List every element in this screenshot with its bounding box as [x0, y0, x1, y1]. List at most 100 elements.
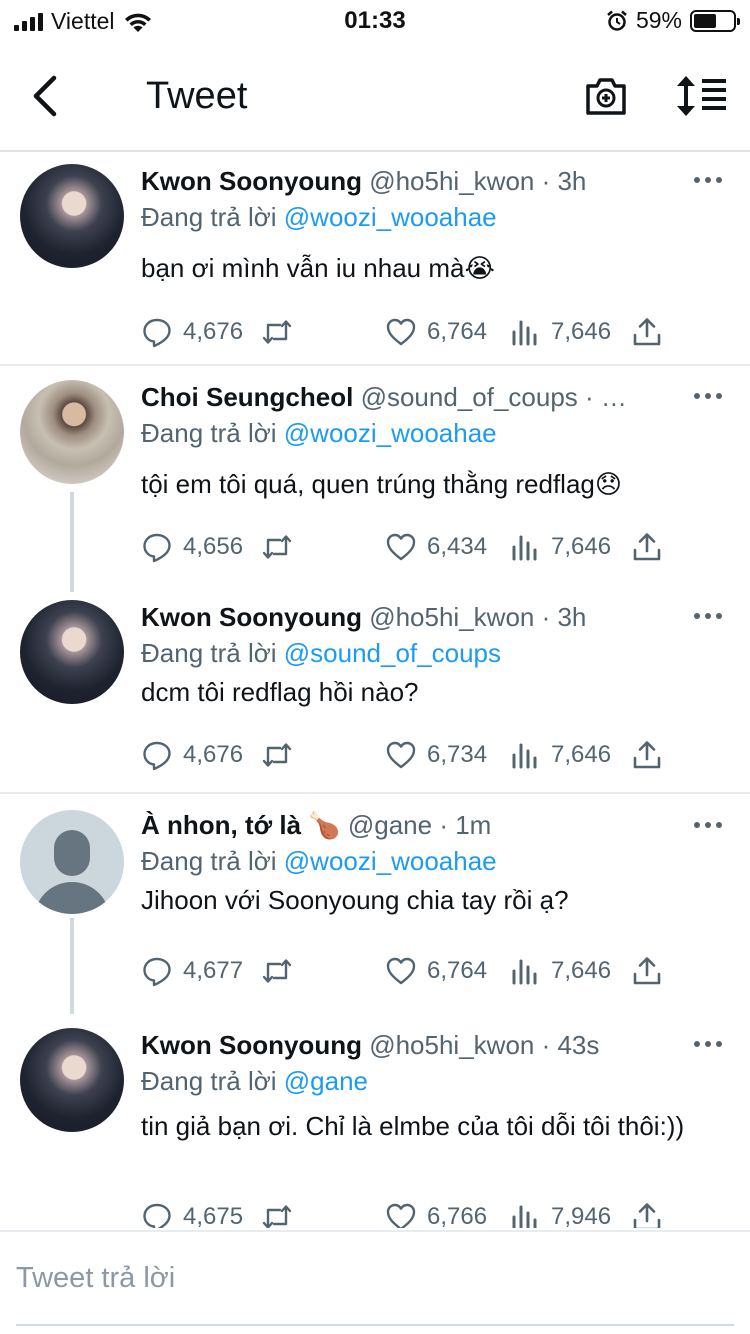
- reply-to-mention[interactable]: @woozi_wooahae: [284, 846, 497, 876]
- author-meta: @ho5hi_kwon · 3h: [369, 602, 587, 632]
- more-options-icon[interactable]: [694, 822, 722, 830]
- share-icon: [633, 318, 661, 346]
- thread-group: Choi Seungcheol @sound_of_coups · … Đang…: [0, 366, 750, 794]
- views-icon: [512, 1205, 537, 1228]
- camera-add-icon[interactable]: [584, 74, 628, 118]
- like-button[interactable]: 6,764: [385, 954, 487, 988]
- share-button[interactable]: [631, 315, 663, 349]
- heart-icon: [386, 318, 416, 346]
- reply-input[interactable]: [16, 1232, 734, 1326]
- view-count: 7,646: [551, 741, 612, 768]
- retweet-button[interactable]: [261, 954, 293, 988]
- tweet-actions: 4,676 6,764 7,646: [141, 315, 731, 349]
- tweet-item[interactable]: À nhon, tớ là 🍗 @gane · 1m Đang trả lời …: [0, 794, 750, 1014]
- tweet-text: bạn ơi mình vẫn iu nhau mà😭: [141, 253, 495, 283]
- heart-icon: [386, 741, 416, 769]
- author-name: À nhon, tớ là 🍗: [141, 810, 341, 840]
- heart-icon: [386, 533, 416, 561]
- retweet-icon: [262, 535, 292, 559]
- heart-icon: [386, 1203, 416, 1228]
- author-name: Choi Seungcheol: [141, 382, 354, 412]
- heart-icon: [386, 957, 416, 985]
- reply-to-mention[interactable]: @woozi_wooahae: [284, 202, 497, 232]
- views-button[interactable]: 7,646: [509, 738, 611, 772]
- reply-to-mention[interactable]: @sound_of_coups: [284, 638, 501, 668]
- reply-button[interactable]: 4,676: [141, 315, 243, 349]
- avatar[interactable]: [20, 380, 124, 484]
- status-bar: Viettel 01:33 59%: [0, 0, 750, 40]
- reply-to-mention[interactable]: @gane: [284, 1066, 368, 1096]
- tweet-text: tội em tôi quá, quen trúng thằng redflag…: [141, 469, 622, 499]
- more-options-icon[interactable]: [694, 177, 722, 185]
- share-button[interactable]: [631, 530, 663, 564]
- reply-to-mention[interactable]: @woozi_wooahae: [284, 418, 497, 448]
- reply-prefix: Đang trả lời: [141, 846, 284, 876]
- share-icon: [633, 957, 661, 985]
- view-count: 7,646: [551, 318, 612, 345]
- reply-button[interactable]: 4,677: [141, 954, 243, 988]
- reply-count: 4,656: [183, 533, 244, 560]
- avatar[interactable]: [20, 164, 124, 268]
- reply-prefix: Đang trả lời: [141, 418, 284, 448]
- tweet-item[interactable]: Kwon Soonyoung @ho5hi_kwon · 3h Đang trả…: [0, 152, 750, 366]
- views-button[interactable]: 7,646: [509, 315, 611, 349]
- sort-icon[interactable]: [676, 74, 728, 118]
- avatar[interactable]: [20, 600, 124, 704]
- view-count: 7,646: [551, 957, 612, 984]
- battery-icon: [690, 9, 740, 32]
- retweet-button[interactable]: [261, 315, 293, 349]
- retweet-button[interactable]: [261, 530, 293, 564]
- avatar[interactable]: [20, 1028, 124, 1132]
- tweet-actions: 4,677 6,764 7,646: [141, 954, 731, 988]
- author-name: Kwon Soonyoung: [141, 602, 362, 632]
- tweet-item[interactable]: Choi Seungcheol @sound_of_coups · … Đang…: [0, 366, 750, 586]
- like-button[interactable]: 6,764: [385, 315, 487, 349]
- retweet-icon: [262, 320, 292, 344]
- views-button[interactable]: 7,946: [509, 1200, 611, 1228]
- reply-button[interactable]: 4,656: [141, 530, 243, 564]
- like-count: 6,766: [427, 1203, 488, 1228]
- avatar[interactable]: [20, 810, 124, 914]
- status-right: 59%: [606, 7, 740, 34]
- author-meta: @ho5hi_kwon · 43s: [369, 1030, 600, 1060]
- retweet-button[interactable]: [261, 738, 293, 772]
- back-icon[interactable]: [24, 70, 68, 122]
- author-meta: @ho5hi_kwon · 3h: [369, 166, 587, 196]
- author-meta: @gane · 1m: [347, 810, 492, 840]
- tweet-item[interactable]: Kwon Soonyoung @ho5hi_kwon · 43s Đang tr…: [0, 1014, 750, 1228]
- battery-percent: 59%: [635, 7, 682, 33]
- views-icon: [512, 320, 537, 346]
- reply-icon: [143, 741, 171, 771]
- views-button[interactable]: 7,646: [509, 954, 611, 988]
- like-button[interactable]: 6,734: [385, 738, 487, 772]
- views-button[interactable]: 7,646: [509, 530, 611, 564]
- like-button[interactable]: 6,434: [385, 530, 487, 564]
- page-title: Tweet: [146, 75, 248, 117]
- more-options-icon[interactable]: [694, 613, 722, 621]
- like-count: 6,764: [427, 957, 488, 984]
- tweet-text: tin giả bạn ơi. Chỉ là elmbe của tôi dỗi…: [141, 1111, 685, 1141]
- share-button[interactable]: [631, 738, 663, 772]
- reply-count: 4,676: [183, 741, 244, 768]
- retweet-button[interactable]: [261, 1200, 293, 1228]
- thread-group: À nhon, tớ là 🍗 @gane · 1m Đang trả lời …: [0, 794, 750, 1228]
- share-icon: [633, 1203, 661, 1228]
- reply-icon: [143, 1203, 171, 1228]
- share-button[interactable]: [631, 954, 663, 988]
- reply-feed[interactable]: Kwon Soonyoung @ho5hi_kwon · 3h Đang trả…: [0, 152, 750, 1228]
- author-meta: @sound_of_coups · …: [360, 382, 627, 412]
- share-button[interactable]: [631, 1200, 663, 1228]
- retweet-icon: [262, 1205, 292, 1228]
- more-options-icon[interactable]: [694, 1041, 722, 1049]
- more-options-icon[interactable]: [694, 393, 722, 401]
- nav-bar: Tweet: [0, 40, 750, 152]
- like-button[interactable]: 6,766: [385, 1200, 487, 1228]
- reply-button[interactable]: 4,675: [141, 1200, 243, 1228]
- reply-count: 4,675: [183, 1203, 244, 1228]
- reply-button[interactable]: 4,676: [141, 738, 243, 772]
- author-name: Kwon Soonyoung: [141, 1030, 362, 1060]
- like-count: 6,764: [427, 318, 488, 345]
- reply-composer: [0, 1230, 750, 1334]
- reply-count: 4,676: [183, 318, 244, 345]
- tweet-item[interactable]: Kwon Soonyoung @ho5hi_kwon · 3h Đang trả…: [0, 586, 750, 794]
